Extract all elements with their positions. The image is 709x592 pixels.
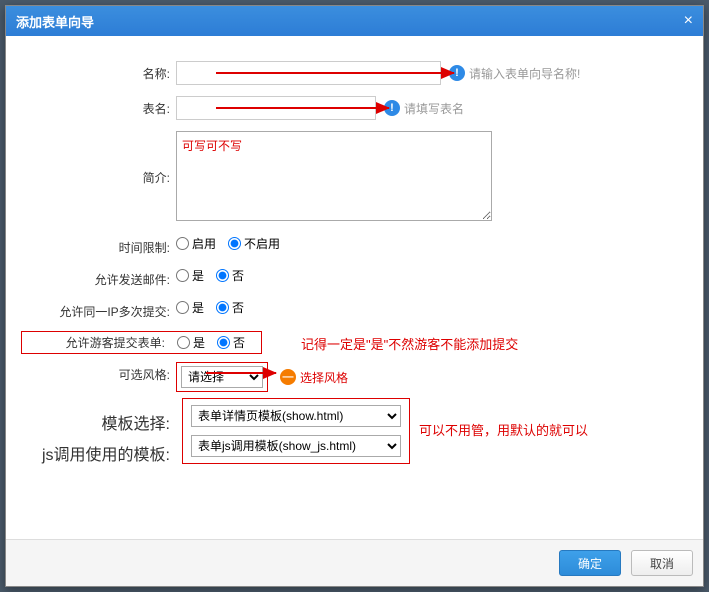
hint-table: 请填写表名: [404, 100, 464, 117]
annotation-arrow: [206, 372, 276, 374]
label-allowip: 允许同一IP多次提交:: [21, 299, 176, 320]
error-style: 选择风格: [300, 369, 348, 386]
label-tpl: 模板选择:: [21, 406, 176, 434]
label-name: 名称:: [21, 61, 176, 82]
dialog-header: 添加表单向导 ×: [6, 6, 703, 36]
dialog-body: 名称: ! 请输入表单向导名称! 表名: ! 请填写表名 简介: 可写可不写: [6, 36, 703, 474]
row-allowip: 允许同一IP多次提交: 是 否: [21, 299, 688, 320]
row-intro: 简介: 可写可不写: [21, 131, 688, 221]
annotation-arrow: [216, 72, 454, 74]
label-intro: 简介:: [21, 131, 176, 186]
label-allowemail: 允许发送邮件:: [21, 267, 176, 288]
label-style: 可选风格:: [21, 362, 176, 383]
select-style[interactable]: 请选择: [181, 366, 263, 388]
row-tpl: 表单详情页模板(show.html): [191, 405, 401, 427]
label-timelimit: 时间限制:: [21, 235, 176, 256]
row-table: 表名: ! 请填写表名: [21, 96, 688, 120]
close-icon[interactable]: ×: [684, 12, 693, 30]
annotation-template: 可以不用管，用默认的就可以: [419, 420, 588, 439]
dialog-window: 添加表单向导 × 名称: ! 请输入表单向导名称! 表名: ! 请填写表名: [5, 5, 704, 587]
textarea-intro[interactable]: 可写可不写: [176, 131, 492, 221]
select-template[interactable]: 表单详情页模板(show.html): [191, 405, 401, 427]
radio-yes[interactable]: 是: [176, 267, 204, 284]
cancel-button[interactable]: 取消: [631, 550, 693, 576]
row-jstpl: 表单js调用模板(show_js.html): [191, 435, 401, 457]
radio-no[interactable]: 否: [216, 267, 244, 284]
label-allowguest: 允许游客提交表单:: [22, 334, 171, 351]
dialog-title: 添加表单向导: [16, 12, 94, 31]
row-allowguest: 允许游客提交表单: 是 否 记得一定是"是"不然游客不能添加提交: [21, 331, 688, 354]
radio-enable[interactable]: 启用: [176, 235, 216, 252]
hint-name: 请输入表单向导名称!: [469, 65, 580, 82]
dialog-footer: 确定 取消: [6, 539, 703, 586]
error-icon: —: [280, 369, 296, 385]
row-allowemail: 允许发送邮件: 是 否: [21, 267, 688, 288]
radio-disable[interactable]: 不启用: [228, 235, 280, 252]
confirm-button[interactable]: 确定: [559, 550, 621, 576]
radio-yes[interactable]: 是: [176, 299, 204, 316]
annotation-arrow: [216, 107, 389, 109]
row-timelimit: 时间限制: 启用 不启用: [21, 235, 688, 256]
radio-no[interactable]: 否: [217, 334, 245, 351]
label-table: 表名:: [21, 96, 176, 117]
annotation-guest: 记得一定是"是"不然游客不能添加提交: [301, 334, 518, 353]
radio-no[interactable]: 否: [216, 299, 244, 316]
row-style: 可选风格: 请选择 — 选择风格: [21, 362, 688, 392]
radio-yes[interactable]: 是: [177, 334, 205, 351]
label-jstpl: js调用使用的模板:: [21, 437, 176, 465]
select-js-template[interactable]: 表单js调用模板(show_js.html): [191, 435, 401, 457]
row-name: 名称: ! 请输入表单向导名称!: [21, 61, 688, 85]
